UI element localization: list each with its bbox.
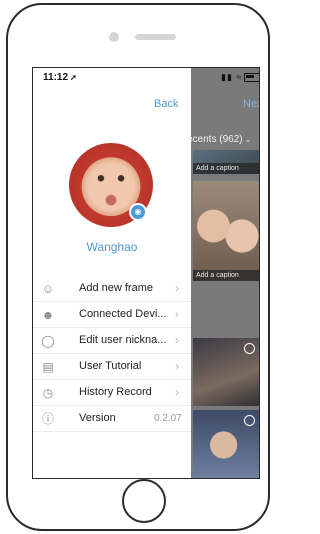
menu-item-label: History Record bbox=[79, 386, 152, 398]
phone-frame: Next ecents (962)⌄ Add a caption Add a c… bbox=[6, 3, 270, 531]
home-button[interactable] bbox=[122, 479, 166, 523]
album-label: ecents (962) bbox=[187, 134, 243, 145]
menu-item-label: Edit user nickna... bbox=[79, 334, 167, 346]
chevron-right-icon: › bbox=[175, 333, 179, 347]
avatar-container[interactable]: ◉ bbox=[69, 143, 153, 227]
select-circle-icon[interactable] bbox=[244, 343, 255, 354]
wifi-icon: ≈ bbox=[236, 72, 243, 82]
battery-icon bbox=[244, 73, 259, 83]
front-camera bbox=[109, 32, 119, 42]
status-time: 11:12 ➚ bbox=[43, 72, 77, 83]
menu-item-label: Version bbox=[79, 412, 116, 424]
user-icon: ◯ bbox=[41, 334, 55, 348]
menu-item-label: Add new frame bbox=[79, 282, 153, 294]
back-button[interactable]: Back bbox=[154, 98, 178, 110]
signal-icon: ▮▮ bbox=[221, 72, 233, 82]
menu-item-label: Connected Devi... bbox=[79, 308, 167, 320]
status-icons: ▮▮ ≈ bbox=[221, 72, 259, 83]
location-arrow-icon: ➚ bbox=[70, 73, 77, 82]
chevron-right-icon: › bbox=[175, 307, 179, 321]
photo-caption[interactable]: Add a caption bbox=[193, 270, 259, 281]
select-circle-icon[interactable] bbox=[244, 415, 255, 426]
photo-caption[interactable]: Add a caption bbox=[193, 163, 259, 174]
add-user-icon: ☺ bbox=[41, 282, 55, 296]
info-icon: ⓘ bbox=[41, 412, 54, 426]
users-icon: ☻ bbox=[41, 308, 55, 322]
side-drawer: Back ◉ Wanghao ☺ Add new frame › ☻ Conne… bbox=[33, 68, 191, 478]
menu-item-user-tutorial[interactable]: ▤ User Tutorial › bbox=[33, 354, 191, 380]
status-bar: 11:12 ➚ ▮▮ ≈ bbox=[33, 68, 259, 86]
time-text: 11:12 bbox=[43, 72, 69, 83]
photo-thumbnail[interactable]: Add a caption bbox=[193, 150, 259, 174]
menu-item-edit-nickname[interactable]: ◯ Edit user nickna... › bbox=[33, 328, 191, 354]
next-button[interactable]: Next bbox=[243, 98, 259, 110]
menu-item-version[interactable]: ⓘ Version 0.2.07 bbox=[33, 406, 191, 432]
album-selector[interactable]: ecents (962) ⌄ bbox=[187, 134, 251, 145]
camera-icon[interactable]: ◉ bbox=[129, 203, 147, 221]
chevron-down-icon: ⌄ bbox=[244, 135, 252, 144]
drawer-menu: ☺ Add new frame › ☻ Connected Devi... › … bbox=[33, 276, 191, 432]
menu-item-history-record[interactable]: ◷ History Record › bbox=[33, 380, 191, 406]
username: Wanghao bbox=[86, 240, 138, 254]
menu-item-add-new-frame[interactable]: ☺ Add new frame › bbox=[33, 276, 191, 302]
photo-thumbnail[interactable]: Add a caption bbox=[193, 181, 259, 281]
screen: Next ecents (962)⌄ Add a caption Add a c… bbox=[32, 67, 260, 479]
photo-thumbnail[interactable] bbox=[193, 410, 259, 478]
menu-item-connected-devices[interactable]: ☻ Connected Devi... › bbox=[33, 302, 191, 328]
chevron-right-icon: › bbox=[175, 385, 179, 399]
document-icon: ▤ bbox=[42, 360, 54, 374]
chevron-right-icon: › bbox=[175, 359, 179, 373]
clock-icon: ◷ bbox=[42, 386, 54, 400]
menu-item-label: User Tutorial bbox=[79, 360, 142, 372]
photo-thumbnail[interactable] bbox=[193, 338, 259, 406]
speaker-grille bbox=[135, 34, 176, 40]
chevron-right-icon: › bbox=[175, 281, 179, 295]
version-value: 0.2.07 bbox=[154, 413, 182, 424]
